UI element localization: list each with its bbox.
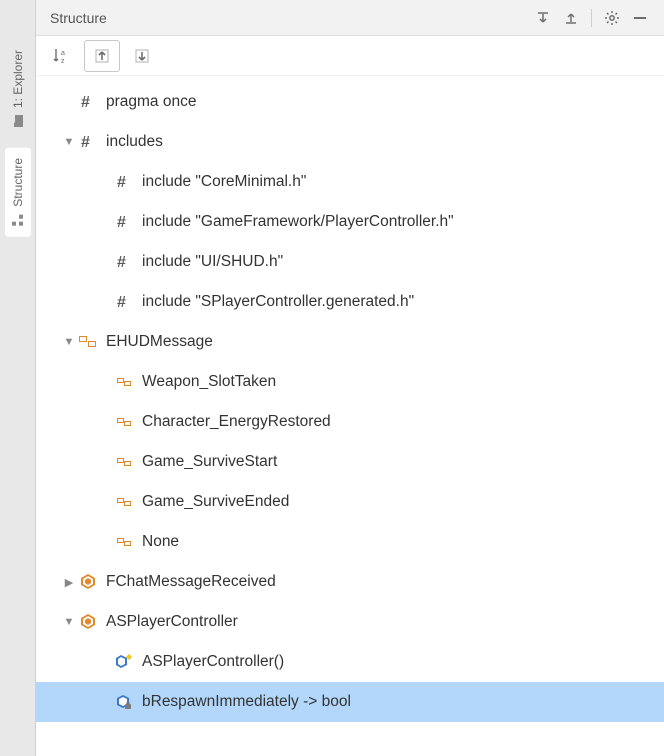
tree-node[interactable]: ▼#pragma once (36, 82, 664, 122)
sort-alpha-button[interactable]: az (44, 40, 80, 72)
tree-node-label: ASPlayerController() (142, 653, 284, 671)
separator (591, 9, 592, 27)
svg-text:z: z (61, 58, 65, 65)
folder-icon (11, 114, 25, 128)
svg-text:#: # (117, 174, 126, 191)
chevron-down-icon[interactable]: ▼ (60, 136, 78, 148)
struct-icon (78, 572, 98, 592)
tree-node[interactable]: ▼ASPlayerController() (36, 642, 664, 682)
tree-node-label: ASPlayerController (106, 613, 238, 631)
tree-node-label: include "SPlayerController.generated.h" (142, 293, 414, 311)
autoscroll-to-source-button[interactable] (84, 40, 120, 72)
structure-toolbar: az (36, 36, 664, 76)
hash-icon: # (114, 172, 134, 192)
svg-text:#: # (117, 294, 126, 311)
minimize-button[interactable] (626, 4, 654, 32)
sidetab-structure[interactable]: Structure (5, 148, 31, 237)
enum-icon (78, 332, 98, 352)
tree-node[interactable]: ▼bRespawnImmediately -> bool (36, 682, 664, 722)
structure-tree[interactable]: ▼#pragma once▼#includes▼#include "CoreMi… (36, 76, 664, 756)
settings-button[interactable] (598, 4, 626, 32)
tree-node-label: pragma once (106, 93, 196, 111)
expand-all-button[interactable] (557, 4, 585, 32)
chevron-down-icon[interactable]: ▼ (60, 616, 78, 628)
tree-node[interactable]: ▼Weapon_SlotTaken (36, 362, 664, 402)
field-icon (114, 692, 134, 712)
enumv-icon (114, 412, 134, 432)
tree-node[interactable]: ▼#include "CoreMinimal.h" (36, 162, 664, 202)
svg-text:a: a (61, 50, 65, 57)
tree-node[interactable]: ▶ FChatMessageReceived (36, 562, 664, 602)
tree-node-label: includes (106, 133, 163, 151)
tree-node-label: Weapon_SlotTaken (142, 373, 276, 391)
tree-node[interactable]: ▼#include "UI/SHUD.h" (36, 242, 664, 282)
panel-title: Structure (46, 10, 529, 26)
tree-node[interactable]: ▼ EHUDMessage (36, 322, 664, 362)
enumv-icon (114, 452, 134, 472)
svg-text:#: # (117, 214, 126, 231)
tree-node-label: include "CoreMinimal.h" (142, 173, 306, 191)
autoscroll-from-source-button[interactable] (124, 40, 160, 72)
sidetab-label: Structure (11, 158, 25, 207)
tree-node[interactable]: ▼#include "SPlayerController.generated.h… (36, 282, 664, 322)
struct-icon (78, 612, 98, 632)
hash-icon: # (78, 92, 98, 112)
chevron-right-icon[interactable]: ▶ (60, 576, 78, 589)
tree-node-label: EHUDMessage (106, 333, 213, 351)
hash-icon: # (78, 132, 98, 152)
side-tabstrip: 1: Explorer Structure (0, 0, 36, 756)
tree-node-label: bRespawnImmediately -> bool (142, 693, 351, 711)
panel-header: Structure (36, 0, 664, 36)
tree-node-label: include "GameFramework/PlayerController.… (142, 213, 454, 231)
tree-node[interactable]: ▼# includes (36, 122, 664, 162)
tree-node-label: Character_EnergyRestored (142, 413, 331, 431)
hash-icon: # (114, 212, 134, 232)
structure-icon (11, 213, 25, 227)
sidetab-explorer[interactable]: 1: Explorer (5, 40, 31, 138)
svg-text:#: # (81, 134, 90, 151)
tree-node[interactable]: ▼None (36, 522, 664, 562)
ctor-icon (114, 652, 134, 672)
tree-node-label: include "UI/SHUD.h" (142, 253, 283, 271)
svg-text:#: # (117, 254, 126, 271)
collapse-all-button[interactable] (529, 4, 557, 32)
tree-node-label: FChatMessageReceived (106, 573, 276, 591)
tree-node-label: Game_SurviveStart (142, 453, 277, 471)
sidetab-label: 1: Explorer (11, 50, 25, 108)
svg-text:#: # (81, 94, 90, 111)
hash-icon: # (114, 252, 134, 272)
structure-panel: Structure az ▼#pragma once▼#includes▼#in… (36, 0, 664, 756)
hash-icon: # (114, 292, 134, 312)
tree-node[interactable]: ▼ ASPlayerController (36, 602, 664, 642)
enumv-icon (114, 492, 134, 512)
enumv-icon (114, 532, 134, 552)
tree-node[interactable]: ▼Game_SurviveEnded (36, 482, 664, 522)
tree-node-label: Game_SurviveEnded (142, 493, 289, 511)
tree-node[interactable]: ▼Game_SurviveStart (36, 442, 664, 482)
tree-node[interactable]: ▼Character_EnergyRestored (36, 402, 664, 442)
chevron-down-icon[interactable]: ▼ (60, 336, 78, 348)
tree-node-label: None (142, 533, 179, 551)
enumv-icon (114, 372, 134, 392)
tree-node[interactable]: ▼#include "GameFramework/PlayerControlle… (36, 202, 664, 242)
